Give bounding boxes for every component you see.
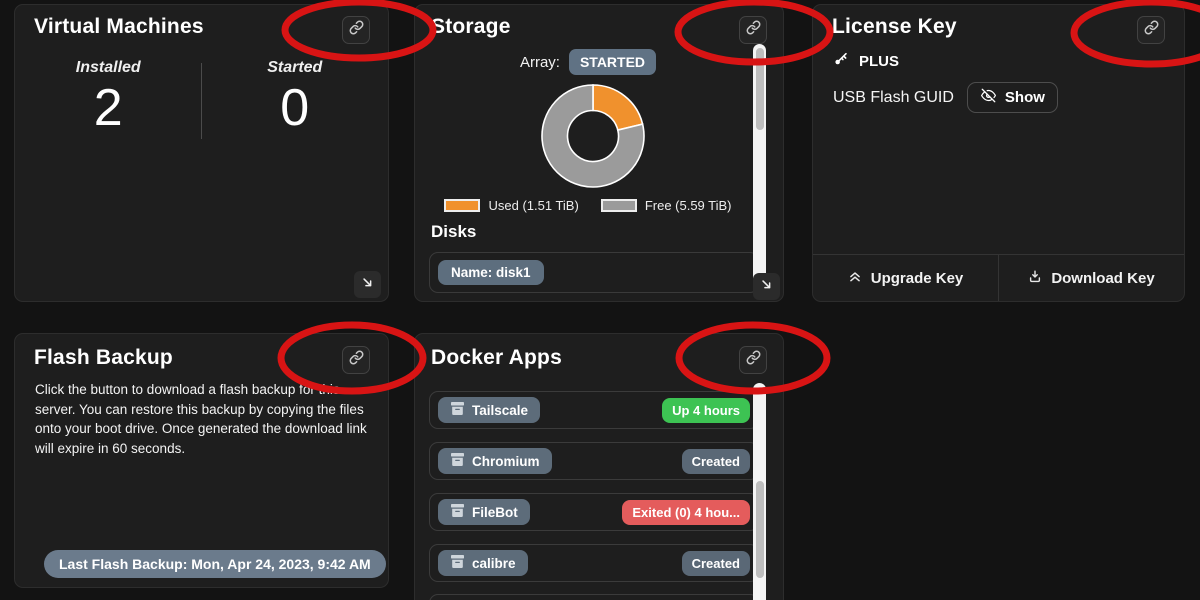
box-archive-icon bbox=[450, 402, 465, 418]
flash-backup-title: Flash Backup bbox=[34, 346, 173, 370]
box-archive-icon bbox=[450, 453, 465, 469]
license-link-button[interactable] bbox=[1137, 16, 1165, 44]
link-icon bbox=[1144, 20, 1159, 40]
disk-name-badge: Name: disk1 bbox=[438, 260, 544, 285]
link-icon bbox=[746, 20, 761, 40]
storage-link-button[interactable] bbox=[739, 16, 767, 44]
docker-app-status: Created bbox=[682, 449, 750, 474]
storage-scrollbar[interactable] bbox=[753, 44, 766, 290]
resize-icon bbox=[759, 277, 774, 297]
donut-legend: Used (1.51 TiB) Free (5.59 TiB) bbox=[415, 198, 761, 213]
docker-scrollbar[interactable] bbox=[753, 383, 766, 600]
docker-app-row[interactable]: Tailscale Up 4 hours bbox=[429, 391, 759, 429]
upgrade-key-button[interactable]: Upgrade Key bbox=[813, 255, 999, 301]
array-label: Array: bbox=[520, 54, 560, 71]
virtual-machines-card: Virtual Machines Installed 2 Started 0 bbox=[14, 4, 389, 302]
link-icon bbox=[746, 350, 761, 370]
license-plan-row: PLUS bbox=[833, 51, 899, 71]
flash-backup-description: Click the button to download a flash bac… bbox=[35, 380, 371, 458]
show-guid-label: Show bbox=[1005, 89, 1045, 106]
license-footer: Upgrade Key Download Key bbox=[813, 254, 1184, 301]
docker-app-name: calibre bbox=[472, 556, 516, 571]
license-guid-row: USB Flash GUID Show bbox=[833, 82, 1058, 113]
angles-up-icon bbox=[848, 269, 862, 287]
show-guid-button[interactable]: Show bbox=[967, 82, 1058, 113]
docker-apps-title: Docker Apps bbox=[431, 346, 562, 370]
upgrade-key-label: Upgrade Key bbox=[871, 270, 964, 287]
disks-heading: Disks bbox=[431, 222, 476, 242]
legend-free-label: Free (5.59 TiB) bbox=[645, 198, 732, 213]
docker-app-badge[interactable]: Tailscale bbox=[438, 397, 540, 423]
vm-started-label: Started bbox=[202, 59, 389, 77]
array-status-badge: STARTED bbox=[569, 49, 656, 75]
link-icon bbox=[349, 20, 364, 40]
vm-resize-handle[interactable] bbox=[354, 271, 381, 298]
download-icon bbox=[1028, 269, 1042, 288]
docker-app-badge[interactable]: FileBot bbox=[438, 499, 530, 525]
vm-installed-label: Installed bbox=[15, 59, 202, 77]
guid-label: USB Flash GUID bbox=[833, 89, 954, 107]
legend-used-label: Used (1.51 TiB) bbox=[488, 198, 578, 213]
donut-used-slice bbox=[593, 85, 643, 130]
download-key-button[interactable]: Download Key bbox=[999, 255, 1184, 301]
virtual-machines-title: Virtual Machines bbox=[34, 15, 204, 39]
link-icon bbox=[349, 350, 364, 370]
dashboard: Virtual Machines Installed 2 Started 0 S… bbox=[0, 0, 1200, 600]
virtual-machines-link-button[interactable] bbox=[342, 16, 370, 44]
last-flash-backup-badge: Last Flash Backup: Mon, Apr 24, 2023, 9:… bbox=[44, 550, 386, 578]
docker-app-row[interactable]: FileBot Exited (0) 4 hou... bbox=[429, 493, 759, 531]
storage-resize-handle[interactable] bbox=[753, 273, 780, 300]
license-plan: PLUS bbox=[859, 53, 899, 70]
vm-divider bbox=[201, 63, 202, 139]
disk-row[interactable]: Name: disk1 bbox=[429, 252, 759, 293]
legend-used-swatch bbox=[444, 199, 480, 212]
vm-started: Started 0 bbox=[202, 59, 389, 136]
license-title: License Key bbox=[832, 15, 957, 39]
vm-installed: Installed 2 bbox=[15, 59, 202, 136]
vm-started-value: 0 bbox=[202, 81, 389, 136]
vm-installed-value: 2 bbox=[15, 81, 202, 136]
docker-app-badge[interactable]: calibre bbox=[438, 550, 528, 576]
resize-icon bbox=[360, 275, 375, 295]
docker-app-status: Created bbox=[682, 551, 750, 576]
storage-scrollbar-thumb[interactable] bbox=[756, 48, 764, 130]
docker-app-row[interactable]: calibre Created bbox=[429, 544, 759, 582]
docker-app-row[interactable] bbox=[429, 594, 759, 600]
docker-app-name: Tailscale bbox=[472, 403, 528, 418]
license-key-card: License Key PLUS USB Flash GUID Show Upg… bbox=[812, 4, 1185, 302]
docker-link-button[interactable] bbox=[739, 346, 767, 374]
box-archive-icon bbox=[450, 504, 465, 520]
docker-app-status: Exited (0) 4 hou... bbox=[622, 500, 750, 525]
docker-app-status: Up 4 hours bbox=[662, 398, 750, 423]
storage-card: Storage Array: STARTED Used (1.51 TiB) F… bbox=[414, 4, 784, 302]
legend-free: Free (5.59 TiB) bbox=[601, 198, 732, 213]
flash-backup-card: Flash Backup Click the button to downloa… bbox=[14, 333, 389, 588]
flash-backup-link-button[interactable] bbox=[342, 346, 370, 374]
docker-app-name: FileBot bbox=[472, 505, 518, 520]
legend-free-swatch bbox=[601, 199, 637, 212]
storage-title: Storage bbox=[431, 15, 511, 39]
docker-scrollbar-thumb[interactable] bbox=[756, 481, 764, 578]
storage-donut-chart bbox=[535, 78, 651, 199]
key-icon bbox=[833, 51, 849, 71]
docker-app-badge[interactable]: Chromium bbox=[438, 448, 552, 474]
array-status-row: Array: STARTED bbox=[415, 49, 761, 75]
eye-slash-icon bbox=[980, 88, 997, 107]
download-key-label: Download Key bbox=[1051, 270, 1154, 287]
legend-used: Used (1.51 TiB) bbox=[444, 198, 578, 213]
docker-app-name: Chromium bbox=[472, 454, 540, 469]
box-archive-icon bbox=[450, 555, 465, 571]
docker-apps-card: Docker Apps Tailscale Up 4 hours Chromiu… bbox=[414, 333, 784, 600]
docker-app-row[interactable]: Chromium Created bbox=[429, 442, 759, 480]
